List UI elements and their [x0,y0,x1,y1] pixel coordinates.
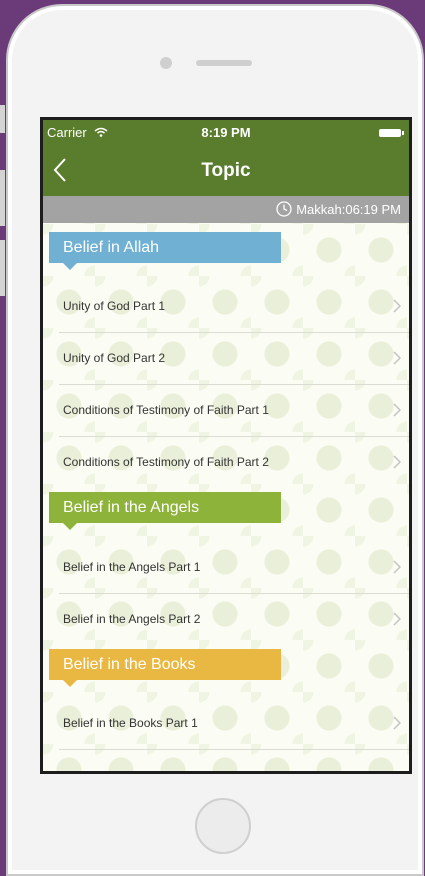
camera [160,57,172,69]
list-item[interactable]: Unity of God Part 1 [59,281,409,333]
home-button[interactable] [195,798,251,854]
section-belief-in-the-books: Belief in the Books Belief in the Books … [43,649,409,750]
list-item[interactable]: Unity of God Part 2 [59,333,409,385]
chevron-right-icon [393,455,402,469]
side-button [0,105,5,133]
topic-list: Belief in Allah Unity of God Part 1 Unit… [43,223,409,771]
app: Carrier 8:19 PM Topic Makkah:06:19 PM Be… [43,120,409,771]
prayer-time-label: Makkah:06:19 PM [296,201,401,217]
list-item[interactable]: Belief in the Books Part 1 [59,698,409,750]
section-header: Belief in the Books [49,649,281,687]
volume-up-button [0,170,5,226]
battery-icon [379,129,404,137]
list-item[interactable]: Conditions of Testimony of Faith Part 1 [59,385,409,437]
section-belief-in-the-angels: Belief in the Angels Belief in the Angel… [43,492,409,645]
chevron-right-icon [393,716,402,730]
list-item[interactable]: Belief in the Angels Part 1 [59,542,409,594]
navigation-bar: Carrier 8:19 PM Topic [43,120,409,196]
section-header: Belief in the Angels [49,492,281,530]
list-item[interactable]: Belief in the Angels Part 2 [59,594,409,645]
phone-frame: Carrier 8:19 PM Topic Makkah:06:19 PM Be… [6,4,424,876]
section-header-tab [63,680,77,687]
section-header-tab [63,263,77,270]
clock-icon [276,201,292,217]
volume-down-button [0,240,5,296]
section-belief-in-allah: Belief in Allah Unity of God Part 1 Unit… [43,232,409,488]
speaker [196,60,252,66]
list-item[interactable]: Conditions of Testimony of Faith Part 2 [59,437,409,488]
page-title: Topic [201,160,251,181]
chevron-right-icon [393,299,402,313]
chevron-right-icon [393,351,402,365]
prayer-time-bar: Makkah:06:19 PM [43,196,409,223]
chevron-right-icon [393,403,402,417]
status-time: 8:19 PM [201,125,251,140]
section-header-tab [63,523,77,530]
section-header: Belief in Allah [49,232,281,270]
chevron-right-icon [393,560,402,574]
screen: Carrier 8:19 PM Topic Makkah:06:19 PM Be… [40,117,412,774]
chevron-right-icon [393,612,402,626]
